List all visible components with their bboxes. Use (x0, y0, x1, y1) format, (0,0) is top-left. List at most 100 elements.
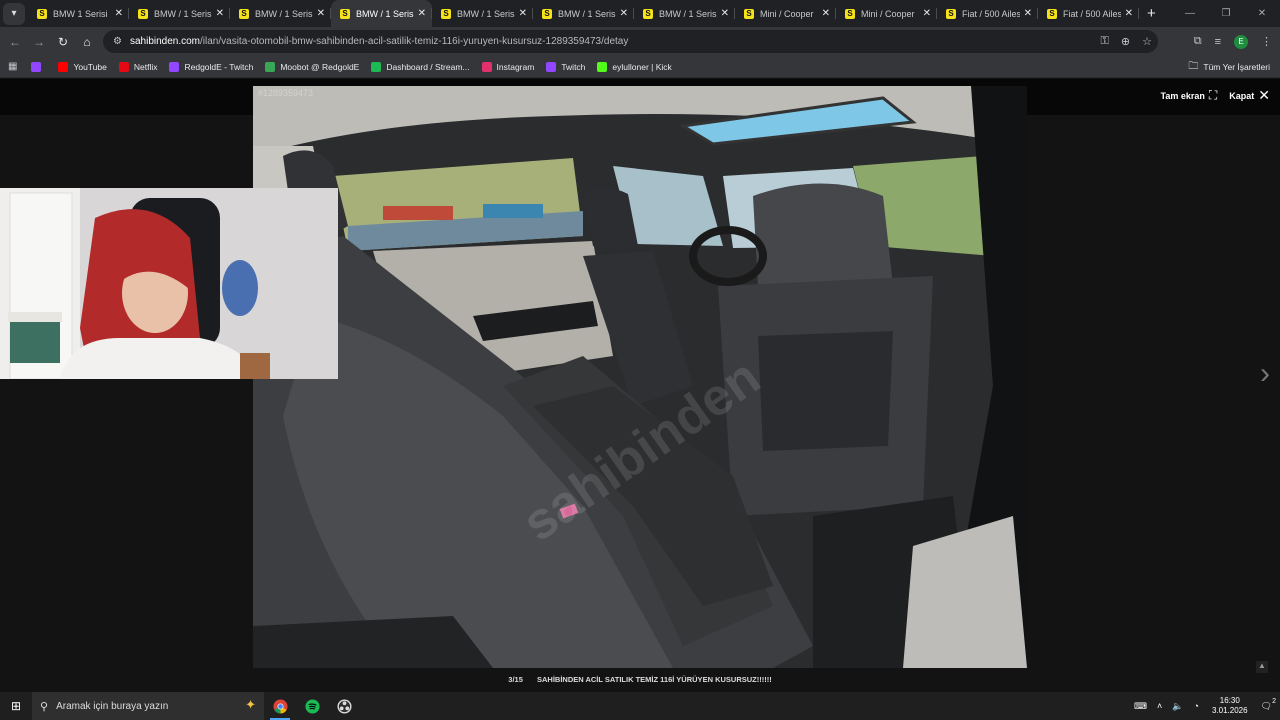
close-tab-icon[interactable]: ✕ (1125, 8, 1133, 19)
network-icon[interactable]: ◔ (1194, 701, 1199, 711)
tab-title: BMW / 1 Serisi (356, 8, 414, 19)
apps-grid-icon[interactable]: ▦ (8, 61, 17, 72)
close-tab-icon[interactable]: ✕ (418, 8, 426, 19)
viewer-controls: Tam ekran ⛶ Kapat ✕ (1160, 87, 1270, 104)
browser-tab[interactable]: S BMW / 1 Serisi ✕ (331, 0, 432, 27)
tab-search-button[interactable]: ▾ (3, 2, 25, 25)
bookmark-item[interactable]: YouTube (58, 61, 107, 72)
menu-icon[interactable]: ⋮ (1261, 35, 1272, 48)
bookmark-favicon-icon (169, 61, 180, 72)
windows-start-icon[interactable]: ⊞ (0, 699, 32, 713)
scroll-top-icon[interactable]: ▲ (1256, 661, 1268, 673)
bookmark-star-icon[interactable]: ☆ (1142, 35, 1152, 48)
bookmark-item[interactable]: Dashboard / Stream... (371, 61, 470, 72)
tab-title: BMW 1 Serisi (53, 8, 108, 19)
next-photo-arrow-icon[interactable]: › (1260, 357, 1270, 391)
restore-button[interactable]: ❐ (1208, 0, 1244, 27)
browser-tab[interactable]: S Fiat / 500 Ailes ✕ (1038, 0, 1139, 27)
listing-title: SAHİBİNDEN ACİL SATILIK TEMİZ 116İ YÜRÜY… (536, 675, 772, 684)
bookmark-favicon-icon (118, 61, 129, 72)
url-text: sahibinden.com/ilan/vasita-otomobil-bmw-… (130, 36, 628, 47)
browser-tab[interactable]: S Mini / Cooper ✕ (735, 0, 836, 27)
close-tab-icon[interactable]: ✕ (519, 8, 527, 19)
bookmark-label: Dashboard / Stream... (386, 61, 470, 72)
sahibinden-favicon-icon: S (441, 8, 451, 19)
sahibinden-favicon-icon: S (138, 8, 148, 19)
close-viewer-button[interactable]: Kapat ✕ (1229, 87, 1270, 104)
webcam-overlay (0, 188, 338, 379)
chevron-down-icon: ▾ (11, 8, 17, 19)
zoom-icon[interactable]: ⊕ (1121, 35, 1130, 48)
profile-avatar[interactable]: E (1234, 34, 1248, 49)
bookmark-favicon-icon (597, 61, 608, 72)
notifications-icon[interactable]: 🗨 2 (1261, 698, 1276, 712)
sahibinden-favicon-icon: S (37, 8, 47, 19)
tab-strip: ▾ S BMW 1 Serisi ✕ S BMW / 1 Serisi ✕ S BMW / 1… (0, 0, 1280, 27)
fullscreen-button[interactable]: Tam ekran ⛶ (1160, 88, 1217, 103)
bookmark-label: eylulloner | Kick (612, 61, 672, 72)
back-button[interactable]: ← (3, 35, 27, 49)
close-window-button[interactable]: ✕ (1244, 0, 1280, 27)
close-tab-icon[interactable]: ✕ (822, 8, 830, 19)
bookmark-label: RedgoldE - Twitch (184, 61, 254, 72)
bookmark-item[interactable]: Moobot @ RedgoldE (265, 61, 360, 72)
search-placeholder: Aramak için buraya yazın (56, 700, 169, 712)
sahibinden-favicon-icon: S (946, 8, 956, 19)
home-button[interactable]: ⌂ (75, 35, 99, 49)
tab-title: BMW / 1 Serisi (154, 8, 212, 19)
bookmark-item[interactable]: Netflix (118, 61, 158, 72)
browser-tab[interactable]: S BMW / 1 Serisi ✕ (432, 0, 533, 27)
browser-tab[interactable]: S BMW / 1 Serisi ✕ (533, 0, 634, 27)
reading-list-icon[interactable]: ≡ (1215, 36, 1221, 48)
close-tab-icon[interactable]: ✕ (1024, 8, 1032, 19)
copilot-sparkle-icon: ✦ (245, 697, 256, 712)
browser-tab[interactable]: S BMW / 1 Serisi ✕ (634, 0, 735, 27)
close-tab-icon[interactable]: ✕ (923, 8, 931, 19)
chevron-up-icon[interactable]: ˄ (1157, 701, 1162, 711)
close-tab-icon[interactable]: ✕ (721, 8, 729, 19)
password-key-icon[interactable]: ⚿ (1101, 35, 1109, 48)
bookmark-list: YouTube Netflix RedgoldE - Twitch Moobot @ … (31, 61, 683, 72)
bookmark-favicon-icon (265, 61, 276, 72)
fullscreen-icon: ⛶ (1208, 88, 1218, 102)
tab-title: BMW / 1 Serisi (457, 8, 515, 19)
site-info-icon[interactable]: ⚙ (113, 36, 122, 47)
ad-number: #1289359473 (258, 88, 314, 98)
close-tab-icon[interactable]: ✕ (216, 8, 224, 19)
address-bar[interactable]: ⚙ sahibinden.com/ilan/vasita-otomobil-bm… (103, 30, 1158, 53)
bookmark-item[interactable]: eylulloner | Kick (597, 61, 672, 72)
browser-tab[interactable]: S Mini / Cooper ✕ (836, 0, 937, 27)
browser-tab[interactable]: S BMW 1 Serisi ✕ (28, 0, 129, 27)
close-tab-icon[interactable]: ✕ (115, 8, 123, 19)
bookmark-label: Moobot @ RedgoldE (280, 61, 360, 72)
volume-icon[interactable]: 🔈 (1172, 701, 1183, 712)
bookmark-item[interactable] (31, 61, 46, 72)
taskbar-search[interactable]: ⚲ Aramak için buraya yazın ✦ (32, 692, 264, 720)
chrome-app-icon[interactable] (264, 692, 296, 720)
all-bookmarks-button[interactable]: 🗀 Tüm Yer İşaretleri (1188, 56, 1270, 78)
bookmark-item[interactable]: Twitch (546, 61, 585, 72)
reload-button[interactable]: ↻ (51, 35, 75, 49)
bookmark-label: Netflix (133, 61, 158, 72)
spotify-app-icon[interactable] (296, 692, 328, 720)
windows-taskbar: ⊞ ⚲ Aramak için buraya yazın ✦ ⌨ ˄ 🔈 ◔ 1… (0, 692, 1280, 720)
tab-title: BMW / 1 Serisi (255, 8, 313, 19)
new-tab-button[interactable]: + (1147, 5, 1156, 22)
clock[interactable]: 16:30 3.01.2026 (1212, 696, 1248, 716)
browser-tab[interactable]: S BMW / 1 Serisi ✕ (230, 0, 331, 27)
extensions-icon[interactable]: ⧉ (1194, 35, 1202, 48)
browser-tab[interactable]: S Fiat / 500 Ailes ✕ (937, 0, 1038, 27)
minimize-button[interactable]: — (1172, 0, 1208, 27)
bookmark-item[interactable]: RedgoldE - Twitch (169, 61, 254, 72)
keyboard-icon[interactable]: ⌨ (1134, 701, 1147, 712)
close-tab-icon[interactable]: ✕ (620, 8, 628, 19)
close-tab-icon[interactable]: ✕ (317, 8, 325, 19)
car-interior-photo[interactable]: sahibinden #1289359473 (253, 86, 1027, 668)
bookmark-favicon-icon (58, 61, 69, 72)
close-label: Kapat (1229, 90, 1255, 101)
forward-button[interactable]: → (27, 35, 51, 49)
obs-app-icon[interactable] (328, 692, 360, 720)
photo-caption: 3/15 SAHİBİNDEN ACİL SATILIK TEMİZ 116İ … (0, 675, 1280, 684)
bookmark-item[interactable]: Instagram (481, 61, 534, 72)
browser-tab[interactable]: S BMW / 1 Serisi ✕ (129, 0, 230, 27)
